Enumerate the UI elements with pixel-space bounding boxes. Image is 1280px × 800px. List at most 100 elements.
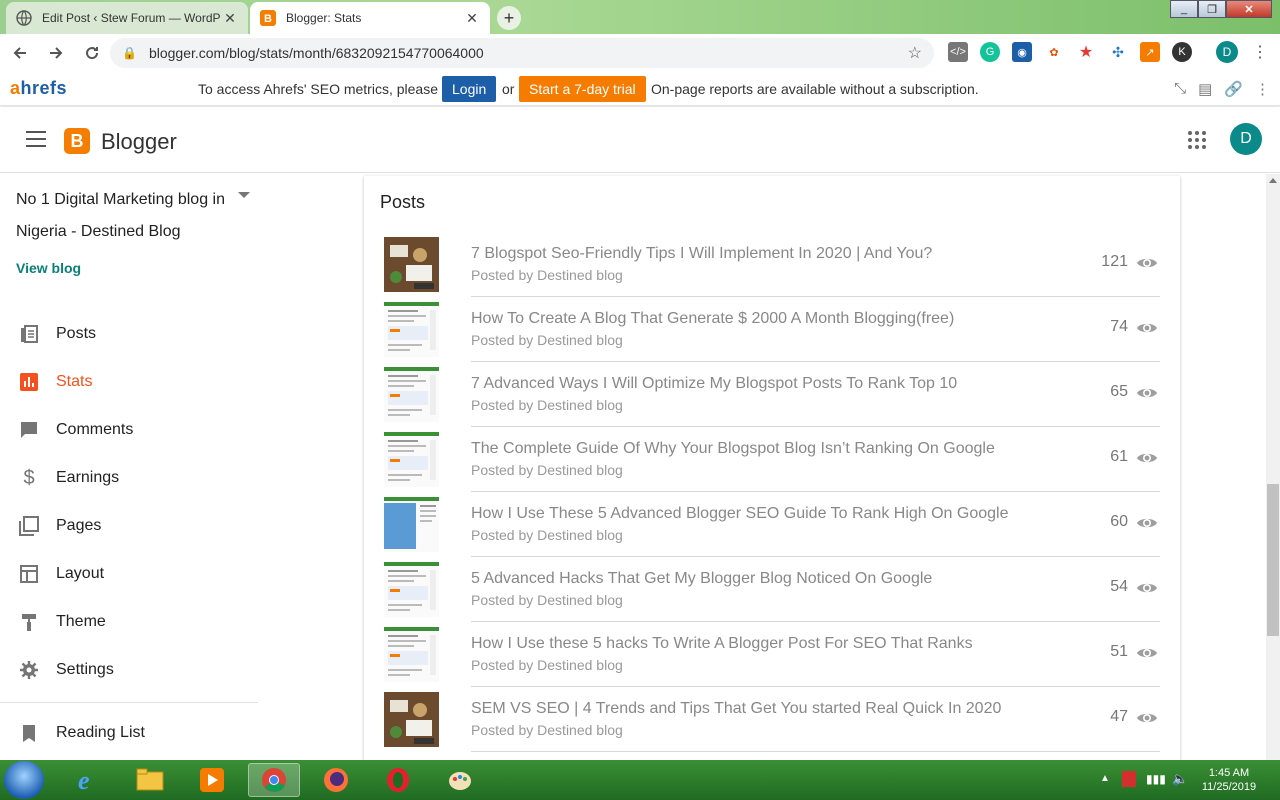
ahrefs-login-button[interactable]: Login: [442, 76, 497, 102]
post-thumbnail[interactable]: [384, 562, 439, 617]
close-tab-icon[interactable]: ✕: [222, 10, 238, 27]
link-icon[interactable]: 🔗: [1224, 80, 1243, 98]
post-row[interactable]: 7 Advanced Ways I Will Optimize My Blogs…: [384, 367, 1160, 432]
pages-icon: [18, 515, 40, 537]
reload-button[interactable]: [76, 37, 108, 69]
media-player-icon[interactable]: [186, 763, 238, 797]
action-center-icon[interactable]: [1122, 771, 1136, 787]
sidebar-item-layout[interactable]: Layout: [0, 554, 258, 594]
sidebar-item-earnings[interactable]: $ Earnings: [0, 458, 258, 498]
tab-strip: Edit Post ‹ Stew Forum — WordP ✕ B Blogg…: [0, 0, 1280, 34]
paint-icon[interactable]: [434, 763, 486, 797]
post-title-link[interactable]: How I Use These 5 Advanced Blogger SEO G…: [471, 505, 1071, 523]
gear-icon: [18, 659, 40, 681]
post-title-link[interactable]: 7 Blogspot Seo-Friendly Tips I Will Impl…: [471, 245, 1071, 263]
post-row[interactable]: How I Use these 5 hacks To Write A Blogg…: [384, 627, 1160, 692]
code-extension-icon[interactable]: </>: [948, 42, 968, 62]
posts-card: Posts 7 Blogspot Seo-Friendly Tips I Wil…: [364, 176, 1180, 776]
report-icon[interactable]: ▤: [1198, 80, 1212, 98]
post-thumbnail[interactable]: [384, 367, 439, 422]
post-row[interactable]: SEM VS SEO | 4 Trends and Tips That Get …: [384, 692, 1160, 757]
network-icon[interactable]: ▮▮▮: [1146, 772, 1166, 786]
row-divider: [471, 621, 1160, 622]
post-thumbnail[interactable]: [384, 432, 439, 487]
seo-extension-icon[interactable]: ✿: [1044, 42, 1064, 62]
post-row[interactable]: How I Use These 5 Advanced Blogger SEO G…: [384, 497, 1160, 562]
post-thumbnail[interactable]: [384, 692, 439, 747]
opera-icon[interactable]: [372, 763, 424, 797]
brand-name[interactable]: Blogger: [101, 129, 177, 155]
ahrefs-menu-icon[interactable]: ⋮: [1255, 80, 1270, 98]
windows-taskbar: e ▲ ▮▮▮ 🔈 1:45 AM 11/25/2019: [0, 760, 1280, 800]
post-thumbnail[interactable]: [384, 627, 439, 682]
start-button[interactable]: [4, 761, 44, 799]
post-thumbnail[interactable]: [384, 497, 439, 552]
blog-selector[interactable]: No 1 Digital Marketing blog in Nigeria -…: [16, 184, 236, 248]
post-row[interactable]: How To Create A Blog That Generate $ 200…: [384, 302, 1160, 367]
bookmark-star-icon[interactable]: ☆: [908, 43, 922, 63]
back-button[interactable]: [4, 37, 36, 69]
sidebar-item-pages[interactable]: Pages: [0, 506, 258, 546]
browser-menu-icon[interactable]: ⋮: [1252, 42, 1268, 62]
minimize-button[interactable]: _: [1170, 0, 1198, 18]
internet-explorer-icon[interactable]: e: [62, 763, 114, 797]
post-row[interactable]: 7 Blogspot Seo-Friendly Tips I Will Impl…: [384, 237, 1160, 302]
forward-button[interactable]: [40, 37, 72, 69]
sidebar-item-settings[interactable]: Settings: [0, 650, 258, 690]
close-window-button[interactable]: ✕: [1226, 0, 1272, 18]
sidebar-item-comments[interactable]: Comments: [0, 410, 258, 450]
chrome-taskbar-icon[interactable]: [248, 763, 300, 797]
ahrefs-trial-button[interactable]: Start a 7-day trial: [519, 76, 646, 102]
tab-edit-post[interactable]: Edit Post ‹ Stew Forum — WordP ✕: [6, 2, 248, 34]
sidebar-item-reading-list[interactable]: Reading List: [0, 713, 258, 753]
new-tab-button[interactable]: +: [497, 6, 521, 30]
volume-icon[interactable]: 🔈: [1172, 771, 1188, 787]
apps-grid-icon[interactable]: [1188, 131, 1206, 149]
post-text: 5 Advanced Hacks That Get My Blogger Blo…: [471, 570, 1071, 608]
sidebar-item-stats[interactable]: Stats: [0, 362, 258, 402]
sidebar-item-label: Comments: [56, 421, 134, 438]
sidebar-item-label: Earnings: [56, 469, 120, 486]
rss-extension-icon[interactable]: ◉: [1012, 42, 1032, 62]
tab-title: Edit Post ‹ Stew Forum — WordP: [42, 11, 221, 25]
hamburger-menu-icon[interactable]: [26, 131, 46, 152]
post-row[interactable]: 5 Advanced Hacks That Get My Blogger Blo…: [384, 562, 1160, 627]
caret-down-icon[interactable]: [238, 192, 250, 198]
post-thumbnail[interactable]: [384, 237, 439, 292]
address-bar[interactable]: 🔒 blogger.com/blog/stats/month/683209215…: [110, 38, 934, 68]
post-title-link[interactable]: 5 Advanced Hacks That Get My Blogger Blo…: [471, 570, 1071, 588]
post-title-link[interactable]: How To Create A Blog That Generate $ 200…: [471, 310, 1071, 328]
ahrefs-or-text: or: [502, 81, 515, 97]
account-avatar[interactable]: D: [1230, 123, 1262, 155]
view-blog-link[interactable]: View blog: [16, 260, 81, 276]
post-row[interactable]: The Complete Guide Of Why Your Blogspot …: [384, 432, 1160, 497]
system-clock[interactable]: 1:45 AM 11/25/2019: [1196, 766, 1262, 794]
post-title-link[interactable]: The Complete Guide Of Why Your Blogspot …: [471, 440, 1071, 458]
scrollbar-thumb[interactable]: [1267, 484, 1279, 636]
row-divider: [471, 296, 1160, 297]
post-thumbnail[interactable]: [384, 302, 439, 357]
maximize-button[interactable]: ❐: [1198, 0, 1226, 18]
sidebar-item-label: Pages: [56, 517, 102, 534]
tab-blogger-stats[interactable]: B Blogger: Stats ✕: [250, 2, 490, 34]
star-extension-icon[interactable]: ★: [1076, 42, 1096, 62]
sidebar-item-theme[interactable]: Theme: [0, 602, 258, 642]
firefox-icon[interactable]: [310, 763, 362, 797]
post-title-link[interactable]: 7 Advanced Ways I Will Optimize My Blogs…: [471, 375, 1071, 393]
page-scrollbar[interactable]: [1266, 174, 1280, 760]
file-explorer-icon[interactable]: [124, 763, 176, 797]
collapse-icon[interactable]: ⤡: [1174, 80, 1186, 98]
scroll-up-icon[interactable]: [1269, 178, 1277, 183]
chart-extension-icon[interactable]: ↗: [1140, 42, 1160, 62]
row-divider: [471, 361, 1160, 362]
browser-profile-avatar[interactable]: D: [1216, 41, 1238, 63]
grid-extension-icon[interactable]: ✣: [1108, 42, 1128, 62]
grammarly-extension-icon[interactable]: G: [980, 42, 1000, 62]
blogger-logo-icon[interactable]: B: [64, 128, 90, 154]
close-tab-icon[interactable]: ✕: [464, 10, 480, 27]
post-title-link[interactable]: How I Use these 5 hacks To Write A Blogg…: [471, 635, 1071, 653]
k-extension-icon[interactable]: K: [1172, 42, 1192, 62]
show-hidden-icons[interactable]: ▲: [1100, 773, 1110, 784]
post-title-link[interactable]: SEM VS SEO | 4 Trends and Tips That Get …: [471, 700, 1071, 718]
sidebar-item-posts[interactable]: Posts: [0, 314, 258, 354]
